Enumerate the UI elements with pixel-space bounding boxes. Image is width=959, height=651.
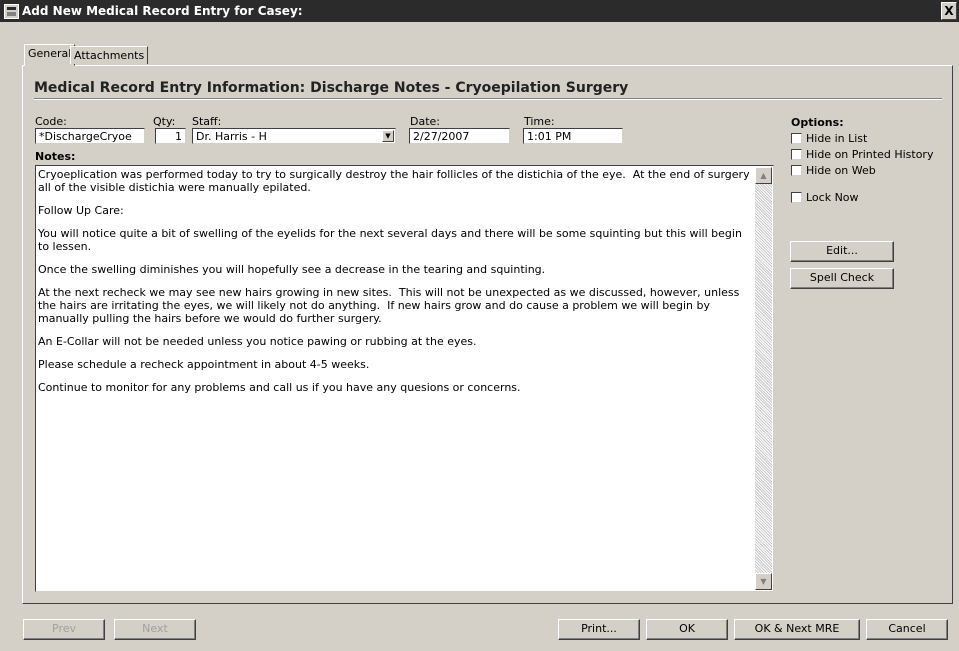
cancel-button[interactable]: Cancel [866,619,948,640]
hide-on-web-label: Hide on Web [806,164,876,177]
staff-dropdown[interactable]: Dr. Harris - H ▼ [192,128,396,144]
notes-paragraph: Continue to monitor for any problems and… [38,381,521,394]
window-app-icon [4,4,19,19]
time-label: Time: [524,115,555,128]
print-button[interactable]: Print... [558,619,640,640]
edit-button[interactable]: Edit... [790,241,894,262]
code-label: Code: [35,115,67,128]
ok-next-mre-button[interactable]: OK & Next MRE [734,619,860,640]
options-title: Options: [791,116,844,129]
title-bar: Add New Medical Record Entry for Casey: … [0,0,959,22]
window-title: Add New Medical Record Entry for Casey: [22,4,303,18]
notes-paragraph: You will notice quite a bit of swelling … [38,227,746,253]
staff-label: Staff: [192,115,222,128]
scroll-down-icon[interactable]: ▼ [755,573,772,590]
date-label: Date: [410,115,440,128]
tab-attachments[interactable]: Attachments [70,46,149,64]
notes-paragraph: At the next recheck we may see new hairs… [38,286,743,325]
notes-paragraph: An E-Collar will not be needed unless yo… [38,335,477,348]
notes-paragraph: Follow Up Care: [38,204,124,217]
section-title: Medical Record Entry Information: Discha… [34,80,629,96]
notes-text: Cryoeplication was performed today to tr… [38,168,756,404]
hide-in-list-label: Hide in List [806,132,868,145]
next-button[interactable]: Next [114,619,196,640]
chevron-down-icon[interactable]: ▼ [382,130,394,142]
hide-on-printed-history-label: Hide on Printed History [806,148,934,161]
tab-general[interactable]: General [24,44,76,66]
time-field[interactable]: 1:01 PM [523,128,623,144]
staff-dropdown-value: Dr. Harris - H [196,130,267,143]
hide-in-list-checkbox[interactable] [791,133,802,144]
hide-on-printed-history-checkbox[interactable] [791,149,802,160]
notes-paragraph: Once the swelling diminishes you will ho… [38,263,546,276]
hide-on-web-checkbox[interactable] [791,165,802,176]
notes-paragraph: Cryoeplication was performed today to tr… [38,168,754,194]
notes-paragraph: Please schedule a recheck appointment in… [38,358,370,371]
section-divider [34,98,942,100]
notes-label: Notes: [35,150,76,163]
ok-button[interactable]: OK [646,619,728,640]
notes-scrollbar[interactable]: ▲ ▼ [755,167,772,590]
code-field[interactable]: *DischargeCryoe [35,128,145,144]
qty-label: Qty: [153,115,176,128]
spell-check-button[interactable]: Spell Check [790,268,894,289]
notes-textarea[interactable]: Cryoeplication was performed today to tr… [35,165,774,592]
qty-field[interactable]: 1 [155,128,186,144]
prev-button[interactable]: Prev [23,619,105,640]
close-button[interactable]: X [941,2,957,20]
date-field[interactable]: 2/27/2007 [409,128,510,144]
lock-now-label: Lock Now [806,191,859,204]
scroll-up-icon[interactable]: ▲ [755,167,772,184]
lock-now-checkbox[interactable] [791,192,802,203]
